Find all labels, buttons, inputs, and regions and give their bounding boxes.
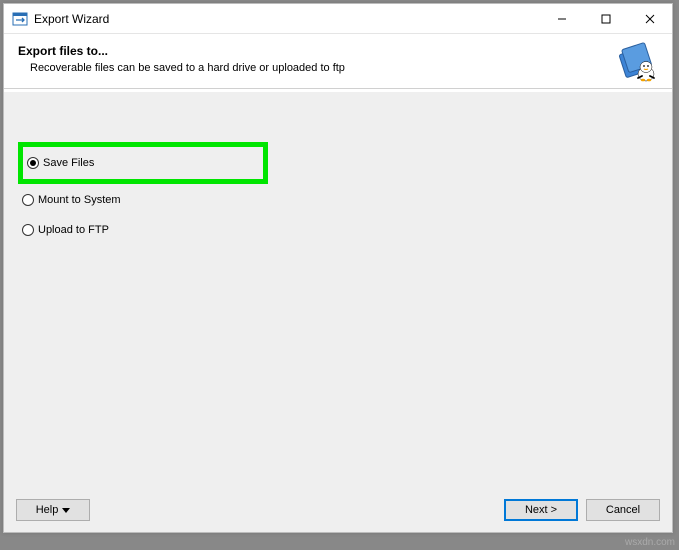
cancel-button[interactable]: Cancel xyxy=(586,499,660,521)
radio-save-files[interactable] xyxy=(27,157,39,169)
watermark: wsxdn.com xyxy=(625,537,675,548)
help-button[interactable]: Help xyxy=(16,499,90,521)
export-wizard-window: Export Wizard Export files to... Recover… xyxy=(3,3,673,533)
maximize-button[interactable] xyxy=(584,4,628,33)
app-icon xyxy=(12,11,28,27)
next-button[interactable]: Next > xyxy=(504,499,578,521)
wizard-content: Save Files Mount to System Upload to FTP xyxy=(4,91,672,488)
radio-upload-to-ftp[interactable] xyxy=(22,224,34,236)
titlebar: Export Wizard xyxy=(4,4,672,34)
wizard-footer: Help Next > Cancel xyxy=(4,488,672,532)
window-controls xyxy=(540,4,672,33)
wizard-header: Export files to... Recoverable files can… xyxy=(4,34,672,89)
option-upload-to-ftp[interactable]: Upload to FTP xyxy=(18,220,268,240)
wizard-icon xyxy=(614,40,658,84)
option-label-save-files: Save Files xyxy=(43,157,94,169)
dropdown-arrow-icon xyxy=(62,504,70,516)
export-options: Save Files Mount to System Upload to FTP xyxy=(4,92,672,240)
page-title: Export files to... xyxy=(18,44,658,58)
cancel-button-label: Cancel xyxy=(606,504,640,516)
close-button[interactable] xyxy=(628,4,672,33)
radio-mount-to-system[interactable] xyxy=(22,194,34,206)
page-subtitle: Recoverable files can be saved to a hard… xyxy=(30,62,658,74)
option-label-ftp: Upload to FTP xyxy=(38,224,109,236)
option-save-files[interactable]: Save Files xyxy=(18,142,268,184)
option-mount-to-system[interactable]: Mount to System xyxy=(18,190,268,210)
option-label-mount: Mount to System xyxy=(38,194,121,206)
minimize-button[interactable] xyxy=(540,4,584,33)
window-title: Export Wizard xyxy=(34,12,540,26)
next-button-label: Next > xyxy=(525,504,557,516)
help-button-label: Help xyxy=(36,504,59,516)
